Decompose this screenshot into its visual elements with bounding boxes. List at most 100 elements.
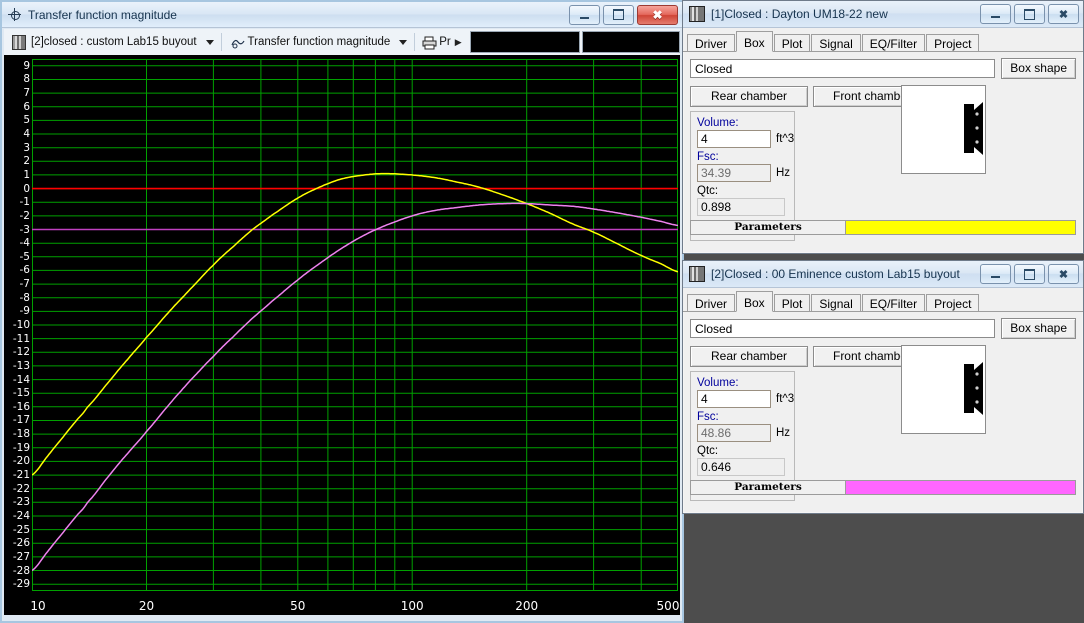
volume-unit: ft^3 — [776, 393, 794, 405]
chevron-down-icon[interactable] — [206, 40, 214, 45]
x-axis-tick-label: 100 — [401, 599, 424, 613]
minimize-icon[interactable] — [980, 4, 1011, 24]
rear-chamber-button[interactable]: Rear chamber — [690, 346, 808, 367]
y-axis-tick-label: -13 — [13, 361, 30, 372]
tab-signal[interactable]: Signal — [811, 294, 860, 311]
volume-unit: ft^3 — [776, 133, 794, 145]
y-axis-tick-label: -28 — [13, 565, 30, 576]
chart-plot-svg — [32, 59, 678, 591]
crosshair-icon — [8, 8, 22, 22]
tab-driver[interactable]: Driver — [687, 34, 735, 51]
y-axis-tick-label: -1 — [20, 197, 30, 208]
fsc-input — [697, 424, 771, 442]
tab-project[interactable]: Project — [926, 294, 979, 311]
box-type-field[interactable]: Closed — [690, 59, 995, 78]
parameters-color-swatch[interactable] — [846, 481, 1075, 494]
plot-window-titlebar[interactable]: Transfer function magnitude ✖ — [2, 2, 682, 28]
maximize-icon[interactable] — [1014, 4, 1045, 24]
y-axis-tick-label: -16 — [13, 402, 30, 413]
panel-1-window-buttons: ✖ — [980, 4, 1079, 24]
y-axis-tick-label: -29 — [13, 579, 30, 590]
curve-icon — [231, 36, 243, 49]
toolbar-separator-1 — [221, 33, 222, 51]
box-type-field[interactable]: Closed — [690, 319, 995, 338]
panel-1-parameters-bar[interactable]: Parameters — [690, 220, 1076, 235]
box-shape-button[interactable]: Box shape — [1001, 58, 1076, 79]
y-axis-tick-label: -4 — [20, 238, 30, 249]
tab-signal[interactable]: Signal — [811, 34, 860, 51]
y-axis-tick-label: -9 — [20, 306, 30, 317]
tab-project[interactable]: Project — [926, 34, 979, 51]
y-axis-tick-label: 7 — [23, 88, 30, 99]
tab-box[interactable]: Box — [736, 291, 773, 312]
y-axis-tick-label: -25 — [13, 524, 30, 535]
close-icon[interactable]: ✖ — [637, 5, 678, 25]
minimize-icon[interactable] — [980, 264, 1011, 284]
y-axis-tick-label: -6 — [20, 265, 30, 276]
tab-driver[interactable]: Driver — [687, 294, 735, 311]
toolbar-separator-2 — [414, 33, 415, 51]
volume-input[interactable] — [697, 390, 771, 408]
y-axis-tick-label: -15 — [13, 388, 30, 399]
tab-eq-filter[interactable]: EQ/Filter — [862, 34, 925, 51]
panel-1-title: [1]Closed : Dayton UM18-22 new — [711, 7, 980, 21]
maximize-icon[interactable] — [603, 5, 634, 25]
panel-1-titlebar[interactable]: [1]Closed : Dayton UM18-22 new ✖ — [683, 1, 1083, 28]
project-combo[interactable]: [2]closed : custom Lab15 buyout — [8, 32, 216, 52]
y-axis-tick-label: -17 — [13, 415, 30, 426]
x-axis-tick-label: 20 — [139, 599, 154, 613]
minimize-icon[interactable] — [569, 5, 600, 25]
tab-box[interactable]: Box — [736, 31, 773, 52]
y-axis-tick-label: -26 — [13, 538, 30, 549]
panel-1-body: Closed Box shape Rear chamber Front cham… — [683, 52, 1083, 241]
box-shape-button[interactable]: Box shape — [1001, 318, 1076, 339]
app-root: Transfer function magnitude ✖ [2]closed … — [0, 0, 1084, 619]
speaker-box-icon — [902, 346, 983, 431]
fsc-input — [697, 164, 771, 182]
plot-type-combo[interactable]: Transfer function magnitude — [227, 32, 410, 52]
rear-chamber-button[interactable]: Rear chamber — [690, 86, 808, 107]
y-axis-tick-label: -23 — [13, 497, 30, 508]
volume-label: Volume: — [697, 117, 788, 129]
panel-2-title: [2]Closed : 00 Eminence custom Lab15 buy… — [711, 267, 980, 281]
y-axis-tick-label: -5 — [20, 252, 30, 263]
box-shape-preview — [901, 85, 986, 174]
y-axis-tick-label: 9 — [23, 61, 30, 72]
close-icon[interactable]: ✖ — [1048, 4, 1079, 24]
panel-2-parameters-bar[interactable]: Parameters — [690, 480, 1076, 495]
panel-1-chamber-buttons: Rear chamber Front chamber — [690, 86, 1076, 107]
chevron-down-icon[interactable] — [399, 40, 407, 45]
parameters-label: Parameters — [691, 481, 846, 494]
panel-2-titlebar[interactable]: [2]Closed : 00 Eminence custom Lab15 buy… — [683, 261, 1083, 288]
close-icon[interactable]: ✖ — [1048, 264, 1079, 284]
parameters-color-swatch[interactable] — [846, 221, 1075, 234]
y-axis-tick-label: -11 — [13, 333, 30, 344]
y-axis-tick-label: 1 — [23, 170, 30, 181]
print-button[interactable]: Pr ▶ — [420, 32, 463, 52]
y-axis-tick-label: -7 — [20, 279, 30, 290]
chart-canvas[interactable]: 9876543210-1-2-3-4-5-6-7-8-9-10-11-12-13… — [4, 55, 680, 615]
fsc-row: Hz — [697, 164, 788, 182]
y-axis-tick-label: 0 — [23, 183, 30, 194]
tab-plot[interactable]: Plot — [774, 294, 811, 311]
y-axis-tick-label: -2 — [20, 211, 30, 222]
toolbar-value-box-1 — [470, 31, 580, 53]
fsc-row: Hz — [697, 424, 788, 442]
chevron-right-icon[interactable]: ▶ — [455, 37, 462, 48]
document-icon — [689, 266, 705, 282]
y-axis-tick-label: -22 — [13, 483, 30, 494]
maximize-icon[interactable] — [1014, 264, 1045, 284]
document-icon — [12, 35, 26, 50]
y-axis-tick-label: -10 — [13, 320, 30, 331]
volume-input[interactable] — [697, 130, 771, 148]
fsc-label: Fsc: — [697, 411, 788, 423]
plot-type-combo-value: Transfer function magnitude — [248, 36, 391, 48]
box-panel-1: [1]Closed : Dayton UM18-22 new ✖ Driver … — [682, 0, 1084, 254]
tab-eq-filter[interactable]: EQ/Filter — [862, 294, 925, 311]
y-axis-tick-label: 2 — [23, 156, 30, 167]
y-axis-tick-label: -18 — [13, 429, 30, 440]
tab-plot[interactable]: Plot — [774, 34, 811, 51]
qtc-label: Qtc: — [697, 445, 788, 457]
box-shape-preview — [901, 345, 986, 434]
y-axis-tick-label: -27 — [13, 552, 30, 563]
